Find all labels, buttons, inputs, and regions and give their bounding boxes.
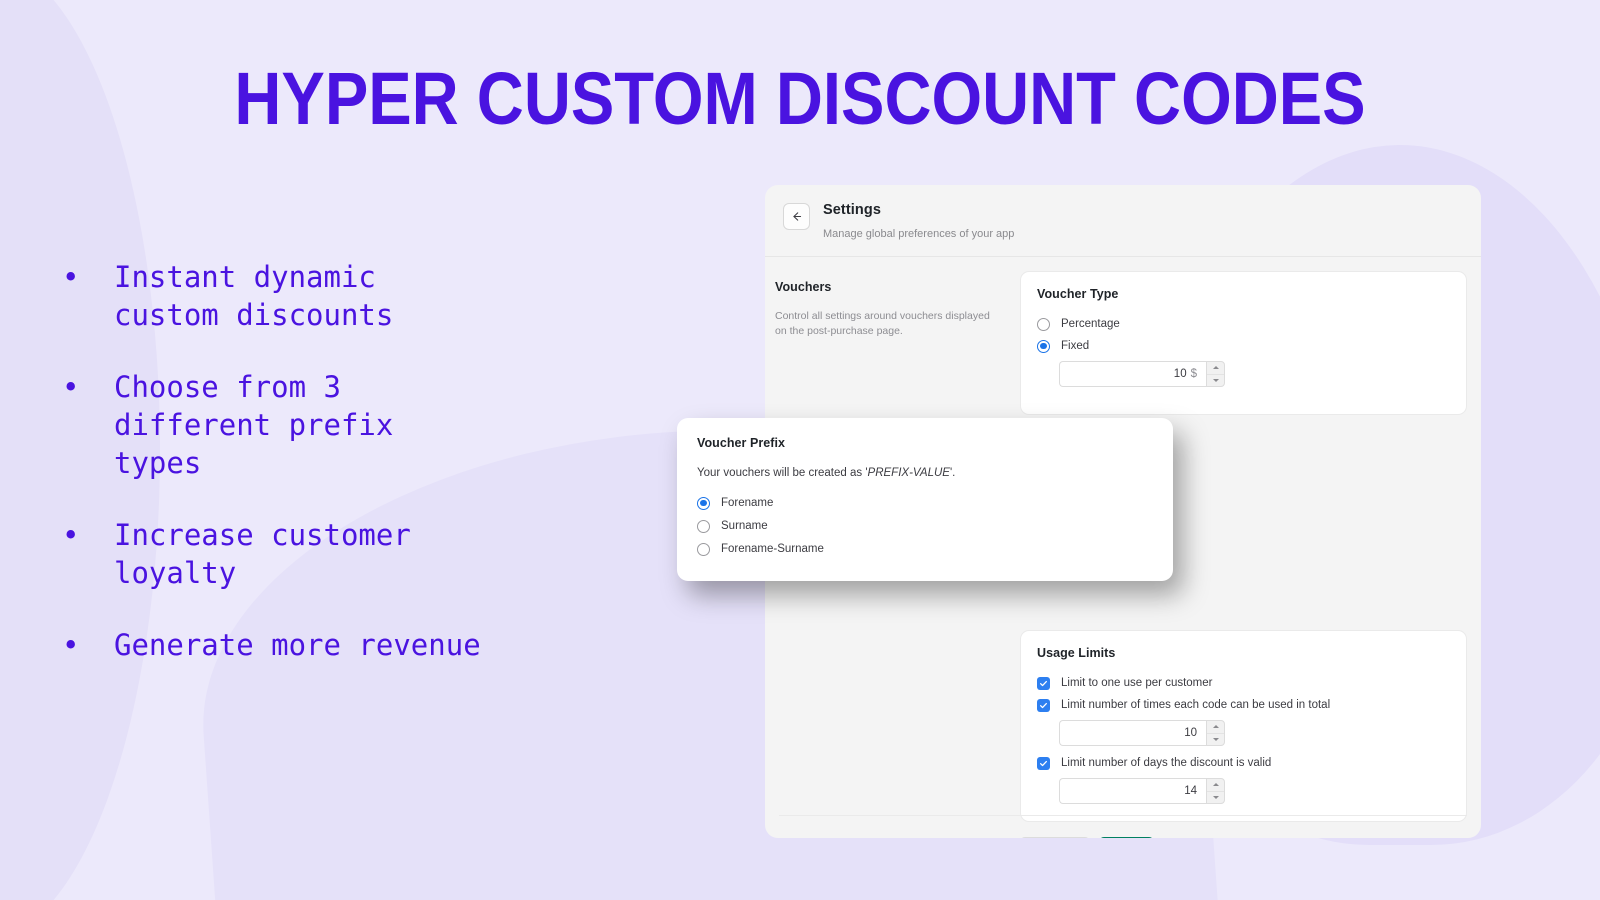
arrow-left-icon — [793, 212, 802, 221]
stepper-increment-button[interactable] — [1207, 362, 1224, 375]
radio-option-forename[interactable]: Forename — [697, 496, 1153, 510]
voucher-amount-value: 10 — [1173, 368, 1187, 380]
checkbox-row-total-uses[interactable]: Limit number of times each code can be u… — [1037, 698, 1450, 712]
voucher-prefix-popup: Voucher Prefix Your vouchers will be cre… — [677, 418, 1173, 581]
total-uses-stepper[interactable]: 10 — [1059, 720, 1225, 746]
checkbox-icon-checked[interactable] — [1037, 698, 1050, 712]
feature-text: Generate more revenue — [114, 628, 481, 662]
list-item: • Instant dynamic custom discounts — [62, 258, 682, 334]
section-description: Control all settings around vouchers dis… — [775, 310, 990, 337]
usage-limits-card: Usage Limits Limit to one use per custom… — [1020, 630, 1467, 822]
valid-days-stepper[interactable]: 14 — [1059, 778, 1225, 804]
valid-days-spinner[interactable] — [1206, 778, 1225, 804]
page-content: HYPER CUSTOM DISCOUNT CODES • Instant dy… — [0, 0, 1600, 900]
panel-divider — [779, 815, 1467, 816]
checkbox-label: Limit to one use per customer — [1061, 677, 1213, 689]
checkmark-icon — [1040, 760, 1047, 766]
checkbox-label: Limit number of days the discount is val… — [1061, 757, 1272, 769]
feature-text: Increase customer loyalty — [114, 518, 411, 590]
stepper-increment-button[interactable] — [1207, 721, 1224, 734]
checkbox-icon-checked[interactable] — [1037, 756, 1050, 770]
feature-text: Instant dynamic custom discounts — [114, 260, 394, 332]
checkbox-label: Limit number of times each code can be u… — [1061, 699, 1331, 711]
radio-icon-checked[interactable] — [697, 496, 710, 510]
radio-icon-unchecked[interactable] — [1037, 317, 1050, 331]
bullet-icon: • — [62, 370, 80, 404]
panel-title: Settings — [823, 202, 881, 218]
list-item: • Choose from 3 different prefix types — [62, 368, 682, 482]
stepper-decrement-button[interactable] — [1207, 734, 1224, 746]
checkbox-row-valid-days[interactable]: Limit number of days the discount is val… — [1037, 756, 1450, 770]
voucher-amount-input[interactable]: 10 $ — [1059, 361, 1206, 387]
caret-down-icon — [1212, 378, 1219, 382]
stepper-decrement-button[interactable] — [1207, 792, 1224, 804]
voucher-type-title: Voucher Type — [1037, 287, 1119, 301]
voucher-amount-stepper[interactable]: 10 $ — [1059, 361, 1225, 387]
radio-icon-unchecked[interactable] — [697, 519, 710, 533]
radio-label: Percentage — [1061, 318, 1120, 330]
radio-icon-checked[interactable] — [1037, 339, 1050, 353]
valid-days-value: 14 — [1184, 785, 1197, 797]
panel-header: Settings Manage global preferences of yo… — [765, 185, 1481, 257]
checkmark-icon — [1040, 680, 1047, 686]
checkbox-icon-checked[interactable] — [1037, 676, 1050, 690]
stepper-increment-button[interactable] — [1207, 779, 1224, 792]
valid-days-input[interactable]: 14 — [1059, 778, 1206, 804]
radio-label: Forename — [721, 497, 774, 509]
caret-down-icon — [1212, 795, 1219, 799]
voucher-amount-unit: $ — [1190, 368, 1197, 380]
popup-description-prefix: Your vouchers will be created as ' — [697, 467, 868, 479]
popup-description: Your vouchers will be created as 'PREFIX… — [697, 467, 1153, 479]
total-uses-value: 10 — [1184, 727, 1197, 739]
total-uses-input[interactable]: 10 — [1059, 720, 1206, 746]
radio-label: Fixed — [1061, 340, 1090, 352]
discard-button[interactable]: Discard — [1020, 837, 1091, 838]
caret-up-icon — [1212, 725, 1219, 729]
voucher-amount-spinner[interactable] — [1206, 361, 1225, 387]
popup-description-suffix: '. — [949, 467, 956, 479]
panel-subtitle: Manage global preferences of your app — [823, 228, 1015, 240]
form-actions: Discard Save — [1020, 837, 1467, 838]
voucher-type-card: Voucher Type Percentage Fixed 10 $ — [1020, 271, 1467, 415]
radio-option-percentage[interactable]: Percentage — [1037, 317, 1450, 331]
caret-up-icon — [1212, 783, 1219, 787]
radio-option-forename-surname[interactable]: Forename-Surname — [697, 542, 1153, 556]
section-title: Vouchers — [775, 280, 832, 294]
radio-label: Surname — [721, 520, 768, 532]
feature-list: • Instant dynamic custom discounts • Cho… — [62, 258, 682, 698]
bullet-icon: • — [62, 628, 80, 662]
panel-header-text: Settings Manage global preferences of yo… — [823, 201, 1014, 241]
radio-option-fixed[interactable]: Fixed — [1037, 339, 1450, 353]
popup-title: Voucher Prefix — [697, 436, 785, 450]
popup-description-emphasis: PREFIX-VALUE — [867, 467, 950, 479]
stepper-decrement-button[interactable] — [1207, 375, 1224, 387]
checkmark-icon — [1040, 702, 1047, 708]
save-button[interactable]: Save — [1099, 837, 1155, 838]
total-uses-spinner[interactable] — [1206, 720, 1225, 746]
page-title: HYPER CUSTOM DISCOUNT CODES — [234, 57, 1366, 140]
feature-text: Choose from 3 different prefix types — [114, 370, 394, 480]
caret-down-icon — [1212, 737, 1219, 741]
radio-icon-unchecked[interactable] — [697, 542, 710, 556]
radio-label: Forename-Surname — [721, 543, 824, 555]
caret-up-icon — [1212, 366, 1219, 370]
checkbox-row-one-use[interactable]: Limit to one use per customer — [1037, 676, 1450, 690]
bullet-icon: • — [62, 518, 80, 552]
list-item: • Generate more revenue — [62, 626, 682, 664]
radio-option-surname[interactable]: Surname — [697, 519, 1153, 533]
usage-limits-title: Usage Limits — [1037, 646, 1116, 660]
bullet-icon: • — [62, 260, 80, 294]
list-item: • Increase customer loyalty — [62, 516, 682, 592]
back-button[interactable] — [783, 203, 810, 230]
